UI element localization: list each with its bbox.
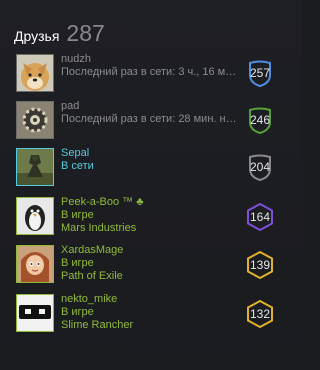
friend-status: Последний раз в сети: 3 ч., 16 мин. наза… [61, 66, 241, 78]
friend-name: Peek-a-Boo ™ ♣ [61, 196, 144, 208]
level-badge: 246 [245, 105, 275, 135]
friend-name: nekto_mike [61, 293, 118, 305]
friend-game: Path of Exile [61, 270, 123, 282]
level-badge: 164 [245, 202, 275, 232]
friend-row[interactable]: pad Последний раз в сети: 28 мин. назад … [16, 100, 288, 145]
level-number: 164 [249, 210, 271, 224]
friend-name: Sepal [61, 147, 90, 159]
penguin-avatar-icon[interactable] [16, 197, 54, 235]
friend-info: Peek-a-Boo ™ ♣ В игре Mars Industries [61, 196, 241, 235]
friends-title: Друзья [14, 28, 60, 44]
level-number: 257 [249, 66, 271, 80]
friend-row[interactable]: XardasMage В игре Path of Exile 139 [16, 244, 288, 289]
gear-emblem-avatar-icon[interactable] [16, 101, 54, 139]
warrior-avatar-icon[interactable] [16, 148, 54, 186]
friend-status: В игре [61, 209, 94, 221]
level-number: 132 [249, 307, 271, 321]
friend-info: pad Последний раз в сети: 28 мин. назад [61, 100, 241, 126]
friend-status: В игре [61, 257, 94, 269]
friend-info: nudzh Последний раз в сети: 3 ч., 16 мин… [61, 53, 241, 79]
masked-face-avatar-icon[interactable] [16, 294, 54, 332]
friend-status: В игре [61, 306, 94, 318]
friend-row[interactable]: Sepal В сети 204 [16, 147, 288, 192]
level-number: 139 [249, 258, 271, 272]
friend-info: nekto_mike В игре Slime Rancher [61, 293, 241, 332]
friend-row[interactable]: nudzh Последний раз в сети: 3 ч., 16 мин… [16, 53, 288, 98]
doge-avatar-icon[interactable] [16, 54, 54, 92]
friends-header[interactable]: Друзья 287 [14, 16, 105, 50]
friend-row[interactable]: nekto_mike В игре Slime Rancher 132 [16, 293, 288, 338]
friend-info: Sepal В сети [61, 147, 241, 173]
friend-status: В сети [61, 160, 94, 172]
friend-info: XardasMage В игре Path of Exile [61, 244, 241, 283]
friend-row[interactable]: Peek-a-Boo ™ ♣ В игре Mars Industries 16… [16, 196, 288, 241]
level-badge: 204 [245, 152, 275, 182]
friend-game: Mars Industries [61, 222, 137, 234]
level-number: 204 [249, 160, 271, 174]
friend-name: nudzh [61, 53, 91, 65]
level-badge: 257 [245, 58, 275, 88]
friend-name: pad [61, 100, 80, 112]
friend-name: XardasMage [61, 244, 124, 256]
level-number: 246 [249, 113, 271, 127]
friend-game: Slime Rancher [61, 319, 134, 331]
friend-status: Последний раз в сети: 28 мин. назад [61, 113, 241, 125]
friends-count: 287 [66, 20, 105, 46]
cartoon-girl-avatar-icon[interactable] [16, 245, 54, 283]
level-badge: 139 [245, 250, 275, 280]
friends-panel: Друзья 287 nudzh Последний раз в сети: 3… [0, 0, 301, 370]
level-badge: 132 [245, 299, 275, 329]
